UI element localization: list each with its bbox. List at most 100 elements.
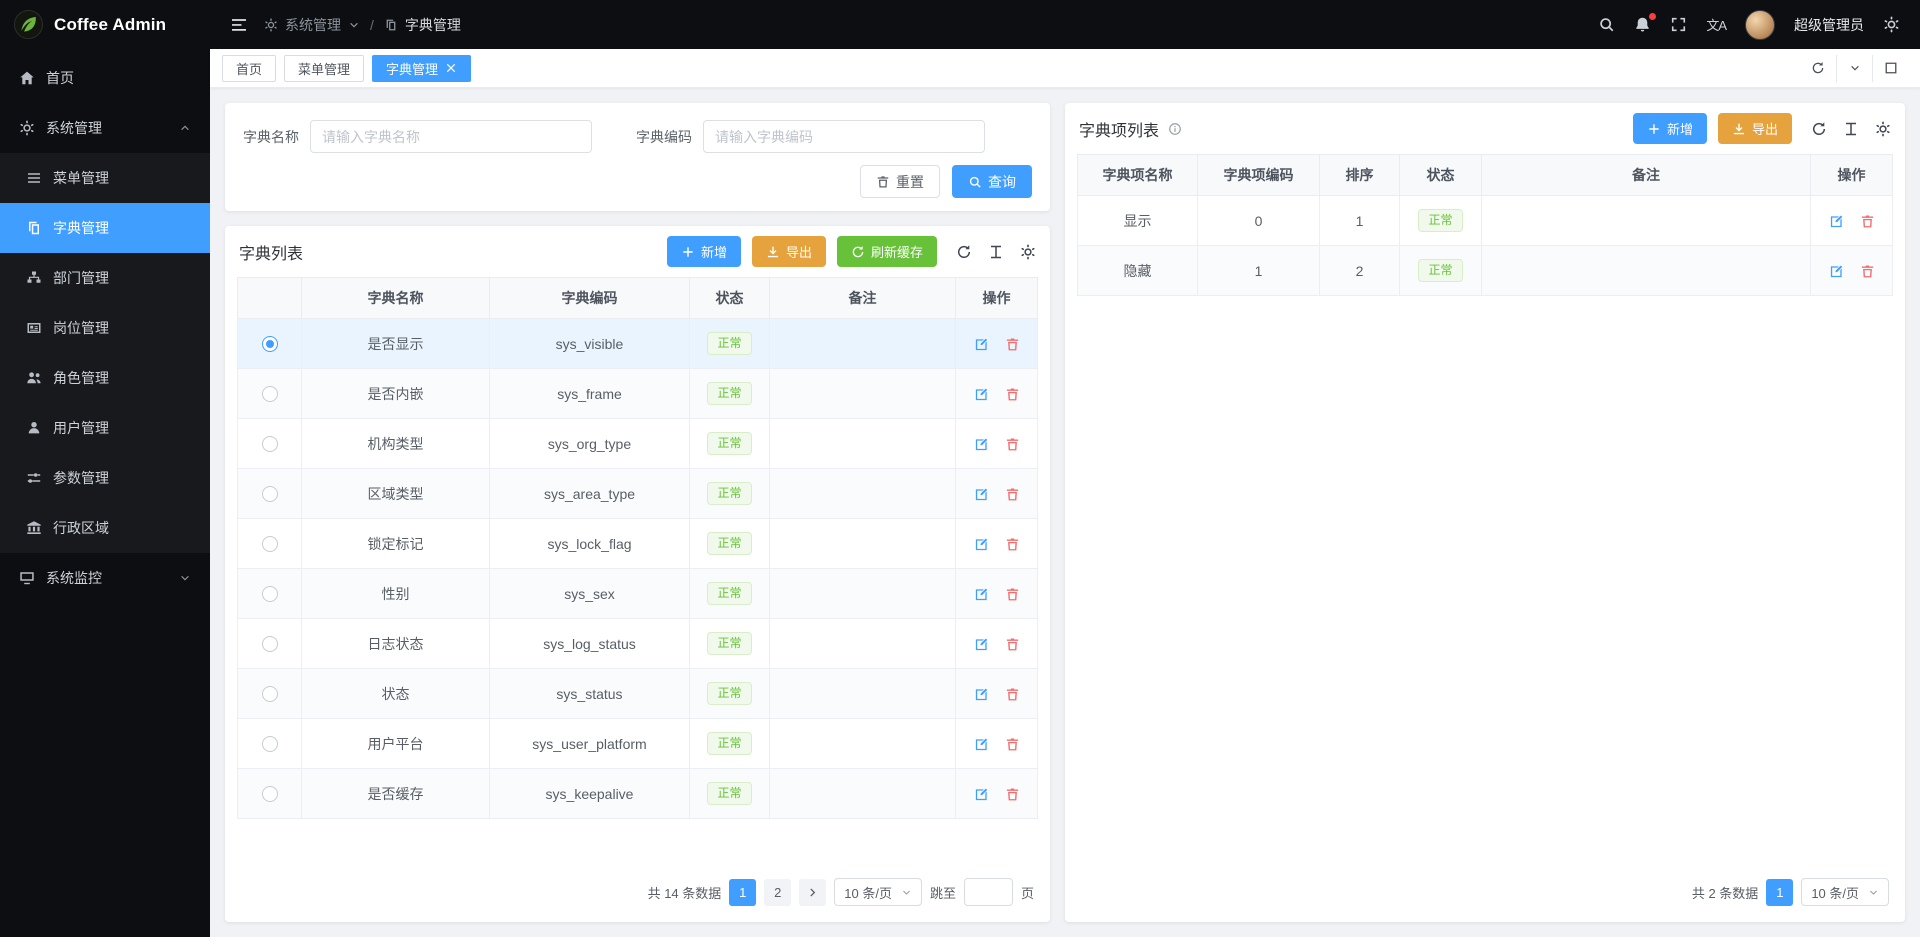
delete-icon[interactable] [1005, 637, 1020, 652]
row-radio[interactable] [262, 786, 278, 802]
page-size-select[interactable]: 10 条/页 [834, 878, 922, 906]
add-dict-button[interactable]: 新增 [667, 236, 741, 267]
delete-icon[interactable] [1860, 214, 1875, 229]
table-row[interactable]: 显示 0 1 正常 [1078, 196, 1893, 246]
tab-actions-dropdown[interactable] [1836, 55, 1872, 82]
export-dict-button[interactable]: 导出 [752, 236, 826, 267]
delete-icon[interactable] [1005, 387, 1020, 402]
gear-icon[interactable] [1020, 244, 1036, 260]
user-name[interactable]: 超级管理员 [1794, 15, 1864, 35]
sidebar-item-dict-mgmt[interactable]: 字典管理 [0, 203, 210, 253]
dict-name-input[interactable] [310, 120, 592, 153]
edit-icon[interactable] [974, 387, 989, 402]
language-switch-button[interactable]: 文A [1706, 15, 1726, 34]
delete-icon[interactable] [1005, 737, 1020, 752]
row-radio[interactable] [262, 586, 278, 602]
edit-icon[interactable] [974, 537, 989, 552]
delete-icon[interactable] [1005, 787, 1020, 802]
row-radio[interactable] [262, 486, 278, 502]
export-dict-item-button[interactable]: 导出 [1718, 113, 1792, 144]
table-row[interactable]: 用户平台 sys_user_platform 正常 [238, 719, 1038, 769]
sidebar-item-user-mgmt[interactable]: 用户管理 [0, 403, 210, 453]
tab-home[interactable]: 首页 [222, 55, 276, 82]
sidebar-item-post-mgmt[interactable]: 岗位管理 [0, 303, 210, 353]
sidebar-item-region-mgmt[interactable]: 行政区域 [0, 503, 210, 553]
edit-icon[interactable] [1829, 264, 1844, 279]
sidebar-group-system[interactable]: 系统管理 [0, 103, 210, 153]
table-row[interactable]: 锁定标记 sys_lock_flag 正常 [238, 519, 1038, 569]
row-radio[interactable] [262, 436, 278, 452]
edit-icon[interactable] [974, 487, 989, 502]
delete-icon[interactable] [1005, 437, 1020, 452]
sidebar-item-dept-mgmt[interactable]: 部门管理 [0, 253, 210, 303]
edit-icon[interactable] [1829, 214, 1844, 229]
delete-icon[interactable] [1005, 337, 1020, 352]
sidebar-group-monitor[interactable]: 系统监控 [0, 553, 210, 603]
page-2-button[interactable]: 2 [764, 879, 791, 906]
sidebar-item-home[interactable]: 首页 [0, 53, 210, 103]
fullscreen-button[interactable] [1670, 16, 1687, 33]
gear-icon[interactable] [1875, 121, 1891, 137]
table-row[interactable]: 日志状态 sys_log_status 正常 [238, 619, 1038, 669]
remark-cell [770, 419, 956, 469]
roles-icon [26, 370, 42, 386]
sidebar-item-menu-mgmt[interactable]: 菜单管理 [0, 153, 210, 203]
home-icon [19, 70, 35, 86]
edit-icon[interactable] [974, 637, 989, 652]
refresh-table-icon[interactable] [956, 244, 972, 260]
column-settings-icon[interactable] [988, 244, 1004, 260]
edit-icon[interactable] [974, 687, 989, 702]
dict-code-input[interactable] [703, 120, 985, 153]
delete-icon[interactable] [1005, 687, 1020, 702]
table-row[interactable]: 隐藏 1 2 正常 [1078, 246, 1893, 296]
breadcrumb-item-system[interactable]: 系统管理 [285, 15, 341, 35]
table-row[interactable]: 机构类型 sys_org_type 正常 [238, 419, 1038, 469]
settings-button[interactable] [1883, 16, 1900, 33]
tab-menu-mgmt[interactable]: 菜单管理 [284, 55, 364, 82]
delete-icon[interactable] [1005, 587, 1020, 602]
add-dict-item-button[interactable]: 新增 [1633, 113, 1707, 144]
page-size-select[interactable]: 10 条/页 [1801, 878, 1889, 906]
table-row[interactable]: 是否缓存 sys_keepalive 正常 [238, 769, 1038, 819]
next-page-button[interactable] [799, 879, 826, 906]
table-row[interactable]: 区域类型 sys_area_type 正常 [238, 469, 1038, 519]
edit-icon[interactable] [974, 437, 989, 452]
table-row[interactable]: 是否内嵌 sys_frame 正常 [238, 369, 1038, 419]
edit-icon[interactable] [974, 587, 989, 602]
row-radio[interactable] [262, 536, 278, 552]
refresh-cache-button[interactable]: 刷新缓存 [837, 236, 937, 267]
delete-icon[interactable] [1860, 264, 1875, 279]
info-icon[interactable] [1168, 122, 1182, 136]
edit-icon[interactable] [974, 787, 989, 802]
dict-name-cell: 是否缓存 [302, 769, 490, 819]
table-row[interactable]: 是否显示 sys_visible 正常 [238, 319, 1038, 369]
row-radio[interactable] [262, 636, 278, 652]
tab-dict-mgmt[interactable]: 字典管理 [372, 55, 471, 82]
row-radio[interactable] [262, 736, 278, 752]
notifications-button[interactable] [1634, 16, 1651, 33]
jump-page-input[interactable] [964, 878, 1013, 906]
row-radio[interactable] [262, 336, 278, 352]
sidebar-item-role-mgmt[interactable]: 角色管理 [0, 353, 210, 403]
avatar[interactable] [1745, 10, 1775, 40]
delete-icon[interactable] [1005, 537, 1020, 552]
edit-icon[interactable] [974, 337, 989, 352]
table-row[interactable]: 性别 sys_sex 正常 [238, 569, 1038, 619]
edit-icon[interactable] [974, 737, 989, 752]
query-button[interactable]: 查询 [952, 165, 1032, 198]
refresh-table-icon[interactable] [1811, 121, 1827, 137]
page-1-button[interactable]: 1 [1766, 879, 1793, 906]
page-1-button[interactable]: 1 [729, 879, 756, 906]
expand-content-button[interactable] [1872, 55, 1908, 82]
delete-icon[interactable] [1005, 487, 1020, 502]
collapse-sidebar-button[interactable] [230, 16, 248, 34]
sidebar-item-param-mgmt[interactable]: 参数管理 [0, 453, 210, 503]
column-settings-icon[interactable] [1843, 121, 1859, 137]
row-radio[interactable] [262, 686, 278, 702]
row-radio[interactable] [262, 386, 278, 402]
reset-button[interactable]: 重置 [860, 165, 940, 198]
refresh-page-button[interactable] [1800, 55, 1836, 82]
close-icon[interactable] [445, 62, 457, 74]
search-button[interactable] [1598, 16, 1615, 33]
table-row[interactable]: 状态 sys_status 正常 [238, 669, 1038, 719]
